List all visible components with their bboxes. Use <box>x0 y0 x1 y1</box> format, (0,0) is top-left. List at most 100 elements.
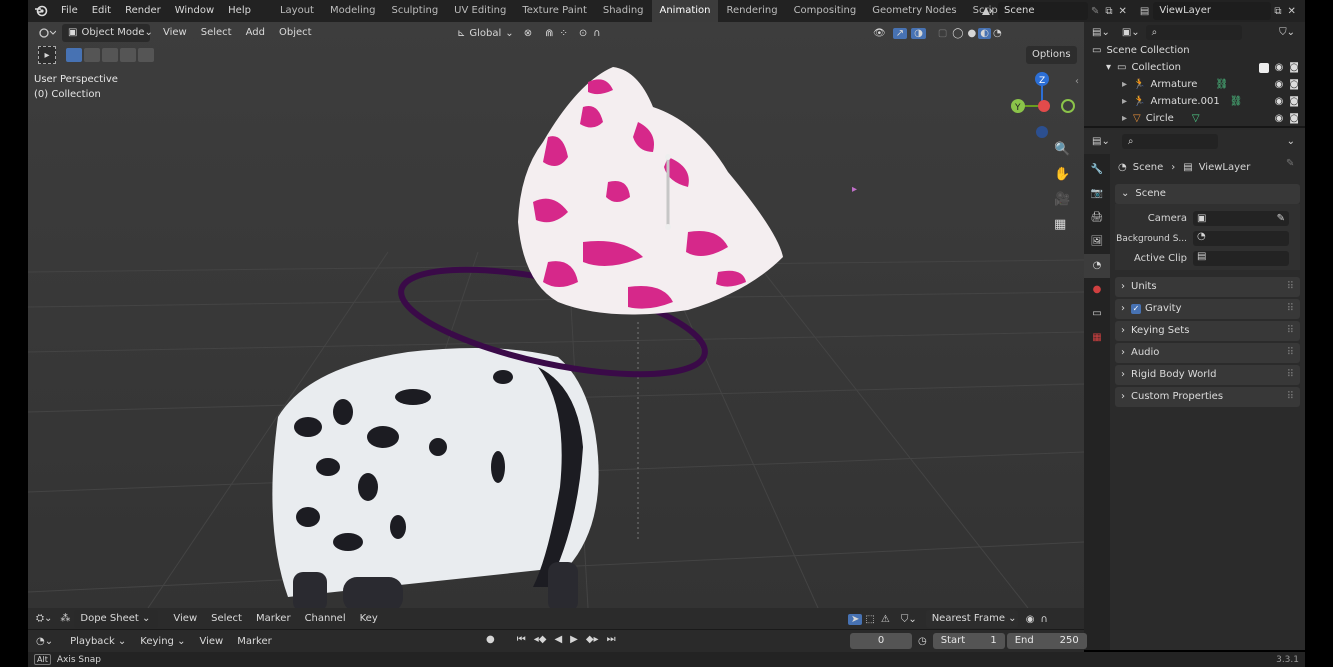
panel-custom-properties[interactable]: › Custom Properties ⠿ <box>1115 387 1300 407</box>
tab-uv-editing[interactable]: UV Editing <box>446 0 514 22</box>
scene-selector-icon[interactable] <box>976 5 998 17</box>
eyedropper-icon[interactable]: ✎ <box>1277 213 1285 224</box>
camera-view-icon[interactable]: 🎥 <box>1054 192 1076 217</box>
preview-range-icon[interactable]: ◷ <box>912 636 933 647</box>
world-tab-icon[interactable]: ● <box>1084 278 1110 302</box>
editor-type-icon[interactable] <box>28 27 62 39</box>
scene-tab-icon[interactable]: ◔ <box>1084 254 1110 278</box>
rendered-shading-icon[interactable]: ◔ <box>991 28 1004 39</box>
select-tool-icon[interactable]: ▸ <box>38 46 56 64</box>
outliner-search-input[interactable]: ⌕ <box>1145 24 1242 40</box>
perspective-toggle-icon[interactable]: ▦ <box>1054 217 1076 242</box>
view-layer-tab-icon[interactable]: 🖼 <box>1084 230 1110 254</box>
mode-dropdown[interactable]: ▣ Object Mode ⌄ <box>62 24 153 42</box>
pivot-icon[interactable]: ⊗ <box>514 28 535 39</box>
tab-compositing[interactable]: Compositing <box>786 0 865 22</box>
viewport-menu-view[interactable]: View <box>156 22 194 44</box>
viewport-menu-select[interactable]: Select <box>194 22 239 44</box>
snap-target-icon[interactable]: ⁘ <box>556 28 570 39</box>
jump-start-icon[interactable]: ⏮ <box>501 634 530 645</box>
new-scene-icon[interactable]: ⧉ <box>1102 6 1115 17</box>
menu-edit[interactable]: Edit <box>85 0 118 22</box>
menu-help[interactable]: Help <box>221 0 258 22</box>
chevron-down-icon[interactable]: ⌄ <box>1287 136 1295 147</box>
tab-modeling[interactable]: Modeling <box>322 0 384 22</box>
tool-tab-icon[interactable]: 🔧 <box>1084 158 1110 182</box>
collection-row[interactable]: ▾ ▭ Collection ◉ ◙ <box>1084 59 1305 76</box>
gravity-checkbox[interactable]: ✓ <box>1131 304 1141 314</box>
drag-handle-icon[interactable]: ⠿ <box>1287 343 1294 363</box>
tab-rendering[interactable]: Rendering <box>718 0 785 22</box>
view-menu[interactable]: View <box>192 636 230 647</box>
viewport-menu-add[interactable]: Add <box>239 22 272 44</box>
next-keyframe-icon[interactable]: ◆▸ <box>582 634 603 645</box>
tab-geometry-nodes[interactable]: Geometry Nodes <box>864 0 964 22</box>
eye-icon[interactable]: ◉ <box>1275 93 1284 110</box>
expand-arrow-icon[interactable]: ▸ <box>1122 76 1127 93</box>
dopesheet-menu-view[interactable]: View <box>166 613 204 624</box>
play-icon[interactable]: ▶ <box>566 634 582 645</box>
scene-field[interactable]: Scene <box>998 2 1088 20</box>
dopesheet-menu-marker[interactable]: Marker <box>249 613 298 624</box>
render-tab-icon[interactable]: 📷 <box>1084 182 1110 206</box>
scene-panel-header[interactable]: ⌄ Scene <box>1115 184 1300 204</box>
collection-tab-icon[interactable]: ▭ <box>1084 302 1110 326</box>
delete-view-layer-icon[interactable]: ✕ <box>1285 6 1299 17</box>
view-layer-icon[interactable]: ▤ <box>1130 6 1153 17</box>
panel-units[interactable]: › Units ⠿ <box>1115 277 1300 297</box>
eye-icon[interactable]: ◉ <box>1275 59 1284 76</box>
zoom-icon[interactable]: 🔍 <box>1054 142 1076 167</box>
solid-shading-icon[interactable]: ● <box>965 28 978 39</box>
viewport-menu-object[interactable]: Object <box>272 22 319 44</box>
dopesheet-menu-select[interactable]: Select <box>204 613 249 624</box>
box-select-icon[interactable]: ⬚ <box>862 614 877 625</box>
exclude-checkbox[interactable] <box>1258 62 1269 73</box>
pin-icon[interactable]: ✎ <box>1286 158 1294 169</box>
dopesheet-menu-key[interactable]: Key <box>353 613 385 624</box>
camera-field[interactable]: ▣ ✎ <box>1193 211 1289 226</box>
pin-icon[interactable]: ✎ <box>1088 6 1102 17</box>
outliner-object-row[interactable]: ▸ ▽ Circle ▽ ◉ ◙ <box>1084 110 1305 127</box>
properties-editor-icon[interactable]: ▤⌄ <box>1092 136 1110 147</box>
tab-shading[interactable]: Shading <box>595 0 652 22</box>
playback-menu[interactable]: Playback ⌄ <box>63 636 133 647</box>
snap-icon[interactable]: ⋒ <box>535 28 556 39</box>
wireframe-shading-icon[interactable]: ◯ <box>950 28 965 39</box>
camera-render-icon[interactable]: ◙ <box>1289 59 1299 76</box>
expand-arrow-icon[interactable]: ▸ <box>1122 93 1127 110</box>
panel-keying-sets[interactable]: › Keying Sets ⠿ <box>1115 321 1300 341</box>
navigation-gizmo[interactable]: Z Y <box>1006 70 1076 142</box>
head-model[interactable] <box>488 62 818 327</box>
new-view-layer-icon[interactable]: ⧉ <box>1271 6 1284 17</box>
warning-icon[interactable]: ⚠ <box>878 614 893 625</box>
outliner-object-row[interactable]: ▸ 🏃 Armature ⛓ ◉ ◙ <box>1084 76 1305 93</box>
collapse-sidebar-icon[interactable]: ‹ <box>1075 76 1079 87</box>
eye-icon[interactable]: ◉ <box>1275 76 1284 93</box>
end-frame-field[interactable]: End 250 <box>1006 633 1087 649</box>
snap-dropdown[interactable]: Nearest Frame ⌄ <box>925 610 1018 628</box>
properties-search-input[interactable]: ⌕ <box>1121 133 1218 149</box>
view-layer-field[interactable]: ViewLayer <box>1153 2 1272 20</box>
select-intersect-icon[interactable] <box>138 48 154 62</box>
menu-file[interactable]: File <box>54 0 85 22</box>
tab-texture-paint[interactable]: Texture Paint <box>514 0 595 22</box>
proportional-edit-icon[interactable]: ⊙ <box>571 28 590 39</box>
select-subtract-icon[interactable] <box>102 48 118 62</box>
active-clip-field[interactable]: ▤ <box>1193 251 1289 266</box>
falloff-icon[interactable]: ∩ <box>590 28 603 39</box>
blender-logo-icon[interactable] <box>28 4 54 18</box>
visibility-icon[interactable]: 👁 <box>870 28 889 39</box>
filter-icon[interactable]: ⛉⌄ <box>893 614 920 625</box>
select-cursor-icon[interactable]: ➤ <box>848 613 863 625</box>
select-new-icon[interactable] <box>66 48 82 62</box>
material-shading-icon[interactable]: ◐ <box>978 27 991 39</box>
output-tab-icon[interactable]: 🖨 <box>1084 206 1110 230</box>
drag-handle-icon[interactable]: ⠿ <box>1287 321 1294 341</box>
drag-handle-icon[interactable]: ⠿ <box>1287 299 1294 319</box>
menu-window[interactable]: Window <box>168 0 221 22</box>
menu-render[interactable]: Render <box>118 0 168 22</box>
editor-mode-dropdown[interactable]: Dope Sheet ⌄ <box>74 609 159 628</box>
snap-toggle-icon[interactable]: ◉ <box>1018 614 1038 625</box>
overlay-toggle-icon[interactable]: ◑ <box>911 27 926 39</box>
outliner-object-row[interactable]: ▸ 🏃 Armature.001 ⛓ ◉ ◙ <box>1084 93 1305 110</box>
